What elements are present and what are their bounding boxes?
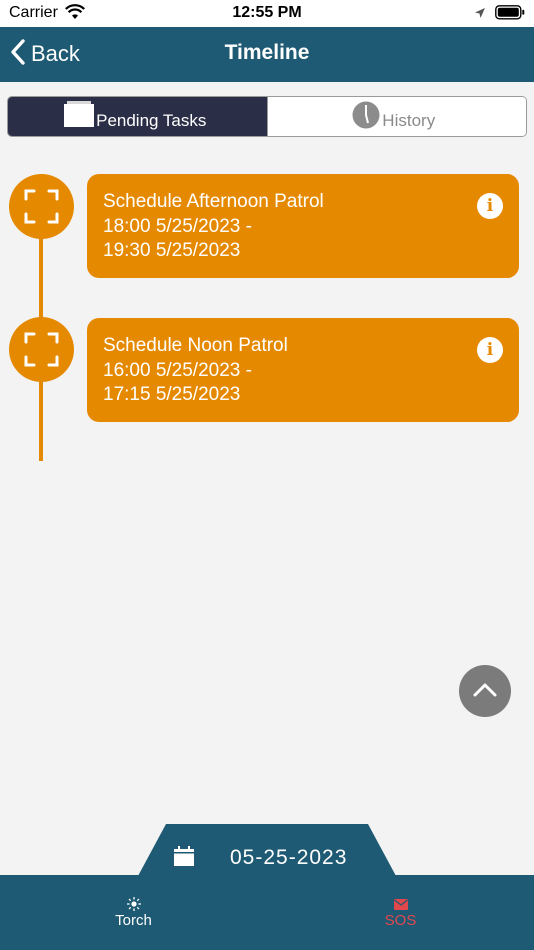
back-button[interactable]: Back bbox=[10, 38, 80, 70]
tab-sos-label: SOS bbox=[384, 912, 417, 929]
tab-torch[interactable]: Torch bbox=[0, 875, 267, 950]
task-title: Schedule Afternoon Patrol bbox=[103, 191, 324, 212]
clock-icon bbox=[352, 101, 380, 134]
task-end-time: 19:30 5/25/2023 bbox=[103, 240, 241, 261]
task-start-time: 16:00 5/25/2023 - bbox=[103, 360, 252, 381]
selected-date: 05-25-2023 bbox=[230, 846, 348, 869]
tab-history-label: History bbox=[382, 110, 436, 130]
date-selector[interactable]: 05-25-2023 bbox=[138, 824, 396, 876]
tab-pending-tasks-label: Pending Tasks bbox=[96, 110, 207, 130]
timeline-node bbox=[9, 174, 74, 239]
document-icon bbox=[64, 101, 94, 132]
battery-icon bbox=[495, 5, 525, 25]
tab-history[interactable]: History bbox=[266, 97, 526, 136]
task-card-afternoon-patrol[interactable]: Schedule Afternoon Patrol 18:00 5/25/202… bbox=[87, 174, 519, 278]
chevron-left-icon bbox=[10, 38, 25, 70]
status-bar: Carrier 12:55 PM bbox=[0, 0, 534, 27]
task-start-time: 18:00 5/25/2023 - bbox=[103, 216, 252, 237]
location-arrow-icon bbox=[474, 6, 486, 24]
task-end-time: 17:15 5/25/2023 bbox=[103, 384, 241, 405]
timeline-node bbox=[9, 317, 74, 382]
bottom-tab-bar: Torch SOS bbox=[0, 875, 534, 950]
back-label: Back bbox=[31, 41, 80, 66]
task-title: Schedule Noon Patrol bbox=[103, 335, 288, 356]
clock-label: 12:55 PM bbox=[232, 4, 302, 21]
task-card-noon-patrol[interactable]: Schedule Noon Patrol 16:00 5/25/2023 - 1… bbox=[87, 318, 519, 422]
navigation-bar: Back Timeline bbox=[0, 27, 534, 82]
info-icon[interactable]: i bbox=[477, 193, 503, 219]
scan-frame-icon bbox=[24, 189, 59, 224]
scan-frame-icon bbox=[24, 332, 59, 367]
task-segmented-control: Pending Tasks History bbox=[7, 96, 527, 137]
info-icon[interactable]: i bbox=[477, 337, 503, 363]
chevron-up-icon bbox=[473, 683, 497, 697]
calendar-icon bbox=[174, 846, 194, 871]
page-title: Timeline bbox=[224, 41, 310, 64]
scroll-to-top-button[interactable] bbox=[459, 665, 511, 717]
tab-sos[interactable]: SOS bbox=[267, 875, 534, 950]
tab-torch-label: Torch bbox=[115, 912, 152, 929]
tab-pending-tasks[interactable]: Pending Tasks bbox=[8, 97, 267, 136]
